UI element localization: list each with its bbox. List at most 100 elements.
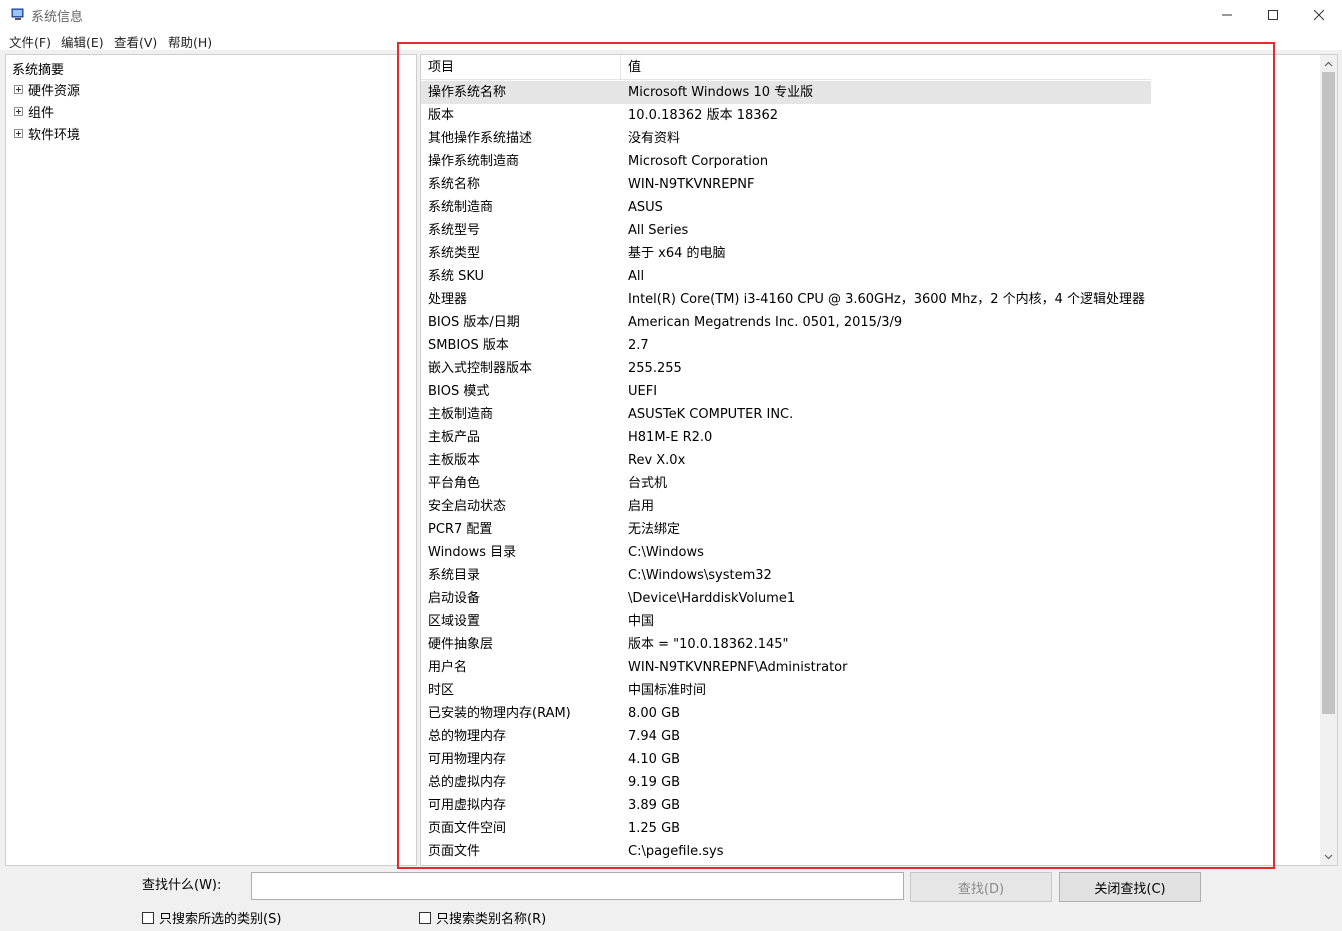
row-value: 7.94 GB [628, 729, 681, 744]
minimize-button[interactable] [1204, 0, 1250, 30]
row-value: American Megatrends Inc. 0501, 2015/3/9 [628, 315, 903, 330]
title-bar: 系统信息 [0, 0, 1342, 30]
column-header-item[interactable]: 项目 [421, 55, 621, 80]
table-row[interactable]: Windows 目录 C:\Windows [421, 541, 1151, 564]
row-item: 系统制造商 [428, 200, 494, 215]
table-row[interactable]: 系统类型 基于 x64 的电脑 [421, 242, 1151, 265]
table-row[interactable]: 页面文件 C:\pagefile.sys [421, 840, 1151, 863]
table-row[interactable]: 用户名 WIN-N9TKVNREPNF\Administrator [421, 656, 1151, 679]
menu-help[interactable]: 帮助(H) [168, 32, 212, 51]
table-row[interactable]: 系统目录 C:\Windows\system32 [421, 564, 1151, 587]
row-item: 系统型号 [428, 223, 481, 238]
row-item: 系统目录 [428, 568, 481, 583]
row-value: WIN-N9TKVNREPNF\Administrator [628, 660, 848, 675]
row-value: Microsoft Corporation [628, 154, 769, 169]
close-button[interactable] [1296, 0, 1342, 30]
table-row[interactable]: 页面文件空间 1.25 GB [421, 817, 1151, 840]
table-row[interactable]: BIOS 版本/日期 American Megatrends Inc. 0501,… [421, 311, 1151, 334]
expand-icon[interactable] [14, 128, 23, 138]
table-row[interactable]: 已安装的物理内存(RAM) 8.00 GB [421, 702, 1151, 725]
expand-icon[interactable] [14, 84, 23, 94]
tree-item-hardware-resources[interactable]: 硬件资源 [14, 79, 80, 99]
list-header: 项目 值 [421, 55, 1151, 80]
chevron-down-icon [1324, 854, 1333, 859]
search-category-names-checkbox[interactable]: 只搜索类别名称(R) [419, 908, 546, 927]
find-button[interactable]: 查找(D) [910, 872, 1052, 902]
row-item: 操作系统名称 [428, 85, 507, 100]
row-item: 主板产品 [428, 430, 481, 445]
table-row[interactable]: PCR7 配置 无法绑定 [421, 518, 1151, 541]
tree-item-label: 软件环境 [28, 127, 81, 143]
list-rows: 操作系统名称 Microsoft Windows 10 专业版 版本 10.0.183… [421, 81, 1321, 863]
row-value: 9.19 GB [628, 775, 681, 790]
table-row[interactable]: 系统型号 All Series [421, 219, 1151, 242]
table-row[interactable]: 区域设置 中国 [421, 610, 1151, 633]
table-row[interactable]: 操作系统制造商 Microsoft Corporation [421, 150, 1151, 173]
table-row[interactable]: 主板产品 H81M-E R2.0 [421, 426, 1151, 449]
row-item: 总的虚拟内存 [428, 775, 507, 790]
table-row[interactable]: 总的虚拟内存 9.19 GB [421, 771, 1151, 794]
row-value: 启用 [628, 499, 655, 514]
row-value: \Device\HarddiskVolume1 [628, 591, 796, 606]
expand-icon[interactable] [14, 106, 23, 116]
row-item: 操作系统制造商 [428, 154, 520, 169]
row-value: 中国标准时间 [628, 683, 707, 698]
row-item: 系统名称 [428, 177, 481, 192]
row-item: 平台角色 [428, 476, 481, 491]
scroll-up-button[interactable] [1320, 55, 1337, 72]
table-row[interactable]: 硬件抽象层 版本 = "10.0.18362.145" [421, 633, 1151, 656]
tree-item-components[interactable]: 组件 [14, 101, 54, 121]
checkbox-label: 只搜索类别名称(R) [436, 912, 547, 927]
row-item: 已安装的物理内存(RAM) [428, 706, 571, 721]
table-row[interactable]: 可用物理内存 4.10 GB [421, 748, 1151, 771]
row-value: ASUSTeK COMPUTER INC. [628, 407, 794, 422]
find-input[interactable] [251, 872, 904, 900]
scroll-down-button[interactable] [1320, 848, 1337, 865]
maximize-button[interactable] [1250, 0, 1296, 30]
table-row[interactable]: 其他操作系统描述 没有资料 [421, 127, 1151, 150]
row-value: Rev X.0x [628, 453, 686, 468]
menu-edit[interactable]: 编辑(E) [61, 32, 104, 51]
row-value: 3.89 GB [628, 798, 681, 813]
column-header-value[interactable]: 值 [621, 55, 1151, 80]
table-row[interactable]: 系统制造商 ASUS [421, 196, 1151, 219]
row-item: 页面文件空间 [428, 821, 507, 836]
table-row[interactable]: 启动设备 \Device\HarddiskVolume1 [421, 587, 1151, 610]
row-value: C:\Windows [628, 545, 704, 560]
row-value: Intel(R) Core(TM) i3-4160 CPU @ 3.60GHz，… [628, 292, 1146, 307]
row-item: BIOS 模式 [428, 384, 490, 399]
table-row[interactable]: 版本 10.0.18362 版本 18362 [421, 104, 1151, 127]
row-item: 可用虚拟内存 [428, 798, 507, 813]
table-row[interactable]: 主板版本 Rev X.0x [421, 449, 1151, 472]
checkbox-box[interactable] [142, 911, 154, 924]
row-item: 处理器 [428, 292, 468, 307]
search-selected-category-checkbox[interactable]: 只搜索所选的类别(S) [142, 908, 281, 927]
table-row[interactable]: 系统 SKU All [421, 265, 1151, 288]
tree-item-software-environment[interactable]: 软件环境 [14, 123, 80, 143]
table-row[interactable]: 可用虚拟内存 3.89 GB [421, 794, 1151, 817]
table-row[interactable]: SMBIOS 版本 2.7 [421, 334, 1151, 357]
menu-file[interactable]: 文件(F) [9, 32, 51, 51]
table-row[interactable]: 嵌入式控制器版本 255.255 [421, 357, 1151, 380]
close-find-button[interactable]: 关闭查找(C) [1059, 872, 1201, 902]
table-row[interactable]: 总的物理内存 7.94 GB [421, 725, 1151, 748]
table-row[interactable]: 处理器 Intel(R) Core(TM) i3-4160 CPU @ 3.60G… [421, 288, 1151, 311]
table-row[interactable]: 时区 中国标准时间 [421, 679, 1151, 702]
table-row[interactable]: 主板制造商 ASUSTeK COMPUTER INC. [421, 403, 1151, 426]
row-item: PCR7 配置 [428, 522, 493, 537]
row-value: 8.00 GB [628, 706, 681, 721]
category-tree[interactable]: 系统摘要 硬件资源 组件 软件环境 [5, 54, 417, 866]
table-row[interactable]: 安全启动状态 启用 [421, 495, 1151, 518]
row-value: 4.10 GB [628, 752, 681, 767]
checkbox-box[interactable] [419, 911, 431, 924]
details-list[interactable]: 项目 值 操作系统名称 Microsoft Windows 10 专业版 版本 10.… [420, 54, 1338, 866]
table-row[interactable]: 平台角色 台式机 [421, 472, 1151, 495]
table-row[interactable]: 操作系统名称 Microsoft Windows 10 专业版 [421, 81, 1151, 104]
table-row[interactable]: 系统名称 WIN-N9TKVNREPNF [421, 173, 1151, 196]
menu-view[interactable]: 查看(V) [114, 32, 157, 51]
scroll-thumb[interactable] [1322, 72, 1335, 714]
tree-item-system-summary[interactable]: 系统摘要 [12, 59, 65, 78]
table-row[interactable]: BIOS 模式 UEFI [421, 380, 1151, 403]
row-item: Windows 目录 [428, 545, 517, 560]
vertical-scrollbar[interactable] [1320, 55, 1337, 865]
